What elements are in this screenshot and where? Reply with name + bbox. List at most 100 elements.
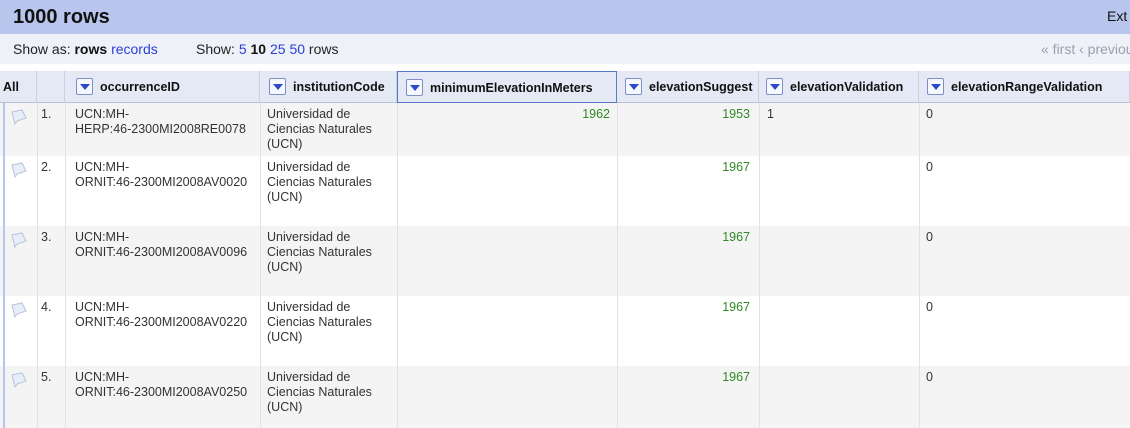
institution-line: Ciencias Naturales [267,122,372,136]
institution-line: Universidad de [267,300,351,314]
column-header-occurrenceid[interactable]: occurrenceID [65,71,260,103]
column-name: elevationSuggest [649,80,753,94]
records-mode-link[interactable]: records [111,41,158,57]
flag-icon[interactable] [9,301,29,319]
column-divider [37,103,38,428]
flag-icon[interactable] [9,108,29,126]
institution-line: (UCN) [267,400,303,414]
institution-cell[interactable]: Universidad de Ciencias Naturales (UCN) [267,300,372,345]
institution-line: (UCN) [267,190,303,204]
page-size-50[interactable]: 50 [289,41,305,57]
flag-icon[interactable] [9,231,29,249]
institution-line: Universidad de [267,230,351,244]
elevation-suggested-cell[interactable]: 1967 [700,370,750,385]
table-row: 1. UCN:MH- HERP:46-2300MI2008RE0078 Unive… [0,103,1130,156]
column-header-elevationsuggested[interactable]: elevationSuggest [617,71,759,103]
row-index: 1. [41,107,52,121]
occurrence-id-line: UCN:MH- [75,230,130,244]
flag-icon[interactable] [9,161,29,179]
institution-cell[interactable]: Universidad de Ciencias Naturales (UCN) [267,107,372,152]
institution-line: (UCN) [267,137,303,151]
rows-suffix-label: rows [308,41,339,57]
range-validation-cell[interactable]: 0 [926,230,933,245]
view-controls: Show as: rows records Show: 5 10 25 50 r… [0,34,1130,64]
occurrence-id-cell[interactable]: UCN:MH- ORNIT:46-2300MI2008AV0250 [75,370,247,400]
column-header-elevationrangevalidation[interactable]: elevationRangeValidation [919,71,1130,103]
chevron-down-icon[interactable] [625,78,642,95]
elevation-validation-cell[interactable]: 1 [767,107,774,122]
occurrence-id-line: ORNIT:46-2300MI2008AV0250 [75,385,248,399]
page-size-25[interactable]: 25 [270,41,286,57]
column-divider [759,103,760,428]
column-divider [397,103,398,428]
institution-line: Universidad de [267,160,351,174]
pagination-links[interactable]: « first ‹ previou [1041,41,1130,57]
all-column-header[interactable]: All [0,71,37,103]
occurrence-id-line: ORNIT:46-2300MI2008AV0096 [75,245,248,259]
institution-line: Universidad de [267,370,351,384]
institution-line: (UCN) [267,260,303,274]
table-row: 5. UCN:MH- ORNIT:46-2300MI2008AV0250 Univ… [0,366,1130,428]
elevation-suggested-cell[interactable]: 1967 [700,300,750,315]
show-as-label: Show as: [13,41,71,57]
show-label: Show: [196,41,235,57]
row-index: 3. [41,230,52,244]
occurrence-id-line: UCN:MH- [75,300,130,314]
occurrence-id-line: ORNIT:46-2300MI2008AV0220 [75,315,248,329]
table-row: 4. UCN:MH- ORNIT:46-2300MI2008AV0220 Univ… [0,296,1130,366]
data-grid: All occurrenceID institutionCode minimum… [0,71,1130,428]
occurrence-id-line: UCN:MH- [75,370,130,384]
column-header-elevationvalidation[interactable]: elevationValidation [759,71,919,103]
occurrence-id-cell[interactable]: UCN:MH- ORNIT:46-2300MI2008AV0020 [75,160,247,190]
row-index: 4. [41,300,52,314]
min-elevation-cell[interactable]: 1962 [560,107,610,122]
row-index: 5. [41,370,52,384]
chevron-down-icon[interactable] [406,79,423,96]
table-row: 3. UCN:MH- ORNIT:46-2300MI2008AV0096 Univ… [0,226,1130,296]
table-row: 2. UCN:MH- ORNIT:46-2300MI2008AV0020 Univ… [0,156,1130,226]
occurrence-id-cell[interactable]: UCN:MH- HERP:46-2300MI2008RE0078 [75,107,246,137]
institution-cell[interactable]: Universidad de Ciencias Naturales (UCN) [267,160,372,205]
column-name: elevationValidation [790,80,904,94]
extensions-menu[interactable]: Ext [1107,8,1127,24]
page-size-5[interactable]: 5 [239,41,247,57]
column-name: occurrenceID [100,80,180,94]
column-header-minimumelevation[interactable]: minimumElevationInMeters [397,71,617,103]
elevation-suggested-cell[interactable]: 1953 [700,107,750,122]
range-validation-cell[interactable]: 0 [926,300,933,315]
institution-line: Ciencias Naturales [267,175,372,189]
institution-line: Ciencias Naturales [267,315,372,329]
rows-mode-option[interactable]: rows [74,41,107,57]
column-header-institutioncode[interactable]: institutionCode [260,71,397,103]
page-size-10[interactable]: 10 [251,41,267,57]
row-count-title: 1000 rows [13,6,110,28]
chevron-down-icon[interactable] [766,78,783,95]
institution-cell[interactable]: Universidad de Ciencias Naturales (UCN) [267,370,372,415]
flag-icon[interactable] [9,371,29,389]
occurrence-id-cell[interactable]: UCN:MH- ORNIT:46-2300MI2008AV0220 [75,300,247,330]
row-edge-border [3,103,5,428]
occurrence-id-line: UCN:MH- [75,160,130,174]
elevation-suggested-cell[interactable]: 1967 [700,230,750,245]
row-index: 2. [41,160,52,174]
column-name: elevationRangeValidation [951,80,1103,94]
elevation-suggested-cell[interactable]: 1967 [700,160,750,175]
institution-line: Ciencias Naturales [267,245,372,259]
chevron-down-icon[interactable] [927,78,944,95]
column-divider [260,103,261,428]
occurrence-id-line: ORNIT:46-2300MI2008AV0020 [75,175,248,189]
occurrence-id-cell[interactable]: UCN:MH- ORNIT:46-2300MI2008AV0096 [75,230,247,260]
range-validation-cell[interactable]: 0 [926,107,933,122]
institution-cell[interactable]: Universidad de Ciencias Naturales (UCN) [267,230,372,275]
column-name: institutionCode [293,80,385,94]
chevron-down-icon[interactable] [269,78,286,95]
all-label: All [3,80,19,94]
project-header: 1000 rows Ext [0,0,1130,34]
range-validation-cell[interactable]: 0 [926,370,933,385]
range-validation-cell[interactable]: 0 [926,160,933,175]
chevron-down-icon[interactable] [76,78,93,95]
institution-line: (UCN) [267,330,303,344]
column-divider [617,103,618,428]
occurrence-id-line: HERP:46-2300MI2008RE0078 [75,122,246,136]
index-column-header [37,71,65,103]
